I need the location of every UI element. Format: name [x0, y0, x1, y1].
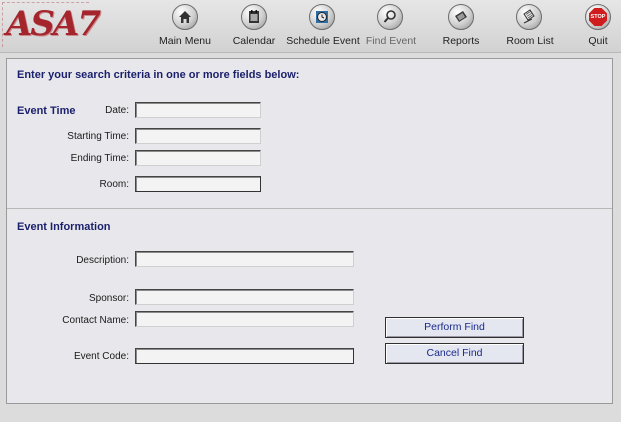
nav-room-list-label: Room List [506, 35, 554, 47]
ending-time-field[interactable] [135, 150, 261, 166]
event-information-heading: Event Information [17, 221, 111, 233]
nav-room-list[interactable]: Room List [504, 4, 556, 50]
description-field[interactable] [135, 251, 354, 267]
section-divider [7, 208, 612, 209]
nav-schedule-event-label: Schedule Event [286, 35, 360, 47]
search-form-panel: Enter your search criteria in one or mor… [6, 58, 613, 404]
nav-find-event-label: Find Event [365, 35, 417, 47]
clock-icon [309, 4, 335, 30]
room-label: Room: [99, 179, 129, 190]
list-icon [516, 4, 542, 30]
stop-sign-text: STOP [589, 8, 607, 26]
toolbar: ASA7 Main Menu Calendar Schedule Event F… [0, 0, 621, 53]
nav-schedule-event[interactable]: Schedule Event [284, 4, 362, 50]
ending-time-label: Ending Time: [70, 153, 129, 164]
nav-reports-label: Reports [442, 35, 480, 47]
nav-reports[interactable]: Reports [438, 4, 484, 50]
nav-quit-label: Quit [588, 35, 608, 47]
event-code-label: Event Code: [73, 351, 129, 362]
starting-time-label: Starting Time: [67, 131, 129, 142]
stop-sign-icon: STOP [585, 4, 611, 30]
contact-name-label: Contact Name: [62, 315, 129, 326]
nav-main-menu[interactable]: Main Menu [157, 4, 213, 50]
sponsor-field[interactable] [135, 289, 354, 305]
description-label: Description: [76, 255, 129, 266]
nav-find-event[interactable]: Find Event [364, 4, 418, 50]
starting-time-field[interactable] [135, 128, 261, 144]
date-field[interactable] [135, 102, 261, 118]
contact-name-field[interactable] [135, 311, 354, 327]
calendar-icon [241, 4, 267, 30]
money-icon [448, 4, 474, 30]
nav-calendar[interactable]: Calendar [230, 4, 278, 50]
nav-main-menu-label: Main Menu [159, 35, 211, 47]
nav-quit[interactable]: STOP Quit [582, 4, 614, 50]
room-field[interactable] [135, 176, 261, 192]
event-code-field[interactable] [135, 348, 354, 364]
app-logo: ASA7 [6, 4, 101, 44]
magnifier-icon [377, 4, 403, 30]
home-icon [172, 4, 198, 30]
perform-find-button[interactable]: Perform Find [385, 317, 524, 338]
cancel-find-button[interactable]: Cancel Find [385, 343, 524, 364]
nav-calendar-label: Calendar [232, 35, 276, 47]
date-label: Date: [105, 105, 129, 116]
sponsor-label: Sponsor: [88, 293, 129, 304]
form-instructions: Enter your search criteria in one or mor… [17, 69, 300, 81]
